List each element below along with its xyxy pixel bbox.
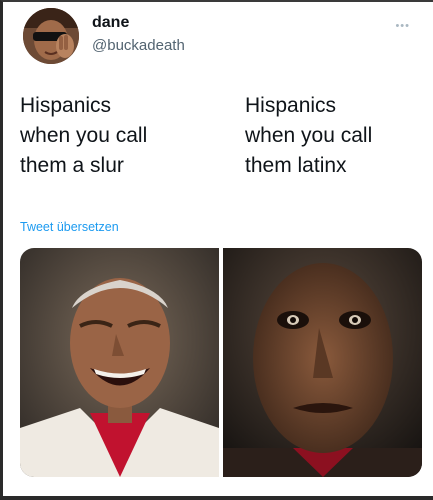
author-display-name[interactable]: dane	[92, 14, 129, 32]
caption-left: Hispanics when you call them a slur	[20, 94, 148, 177]
translate-tweet-link[interactable]: Tweet übersetzen	[20, 220, 119, 234]
avatar[interactable]	[23, 8, 79, 64]
tweet-card: dane @buckadeath ••• Hispanics when you …	[0, 0, 433, 500]
tweet-header: dane @buckadeath •••	[20, 6, 430, 68]
laughing-man-photo[interactable]	[20, 248, 219, 477]
caption-right: Hispanics when you call them latinx	[245, 94, 373, 177]
tweet-media	[20, 248, 422, 477]
author-handle[interactable]: @buckadeath	[92, 37, 185, 54]
avatar-image	[23, 8, 79, 64]
more-dots-icon[interactable]: •••	[395, 20, 410, 32]
serious-man-photo[interactable]	[223, 248, 422, 477]
